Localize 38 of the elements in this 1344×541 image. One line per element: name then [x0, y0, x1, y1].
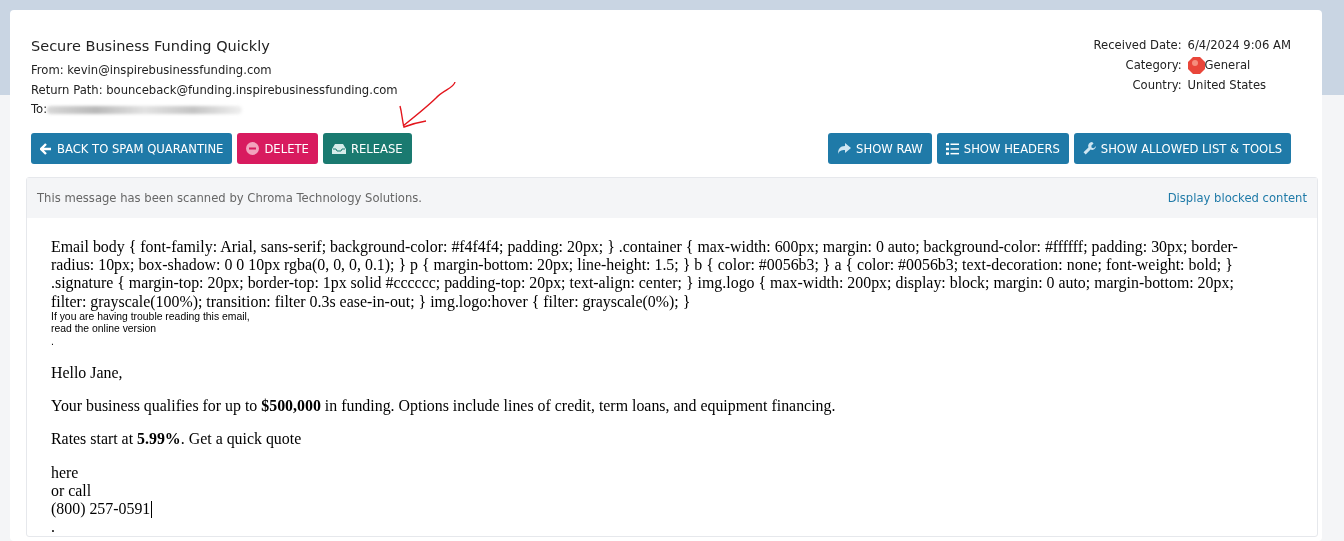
- delete-button[interactable]: DELETE: [237, 133, 318, 164]
- meta-value: General: [1204, 57, 1251, 74]
- trailing-dot: .: [51, 520, 55, 535]
- email-paragraph: Your business qualifies for up to $500,000 in funding. Options include lines of credit, term loans, and equipment financing.: [51, 397, 837, 416]
- meta-value: United States: [1187, 77, 1267, 94]
- return-path-line: Return Path: bounceback@funding.inspirebusinessfunding.com: [31, 81, 398, 99]
- css-text: Email body { font-family: Arial, sans-serif; background-color: #f4f4f4; padding: 20px; } .container { max-width: 600px; margin: 0 auto; background-color: #ffffff; padding: 30px; border-radius: 10px; box-shadow: 0 0 10px rgba(0, 0, 0, 0.1); } p { margin-bottom: 20px; line-height: 1.5; } b { color: #0056b3; } a { color: #0056b3; text-decoration: none; font-weight: bold; } .signature { margin-top: 20px; border-top: 1px solid #cccccc; padding-top: 20px; text-align: center; } img.logo { max-width: 200px; display: block; margin: 0 auto; margin-bottom: 20px; filter: grayscale(100%); transition: filter 0.3s ease-in-out; } img.logo:hover { filter: grayscale(0%); }: [51, 238, 1239, 311]
- hand-drawn-arrow: [398, 80, 458, 130]
- back-button[interactable]: BACK TO SPAM QUARANTINE: [31, 133, 233, 164]
- from-line: From: kevin@inspirebusinessfunding.com: [31, 62, 273, 79]
- greeting: Hello Jane,: [51, 364, 124, 383]
- small-text-line: .: [51, 335, 55, 349]
- list-icon: [945, 142, 959, 155]
- minus-circle-icon: [246, 142, 260, 155]
- arrow-left-icon: [40, 142, 52, 155]
- meta-label: Country:: [1131, 77, 1182, 94]
- to-label: To:: [31, 101, 48, 118]
- raw-button[interactable]: SHOW RAW: [828, 133, 932, 164]
- display-blocked-content-link[interactable]: Display blocked content: [1167, 191, 1307, 205]
- headers-button[interactable]: SHOW HEADERS: [936, 133, 1069, 164]
- scan-notice: This message has been scanned by Chroma Technology Solutions.: [37, 191, 422, 205]
- stop-sign-icon: [1187, 56, 1205, 74]
- wrench-icon: [1082, 142, 1096, 155]
- contact-line: (800) 257-0591: [51, 500, 151, 519]
- tools-button[interactable]: SHOW ALLOWED LIST & TOOLS: [1073, 133, 1291, 164]
- small-text-line: read the online version: [51, 323, 158, 336]
- meta-value: 6/4/2024 9:06 AM: [1187, 37, 1291, 54]
- email-paragraph: Rates start at 5.99%. Get a quick quote: [51, 430, 303, 449]
- meta-label: Category:: [1124, 57, 1182, 74]
- small-text-line: If you are having trouble reading this email,: [51, 310, 251, 324]
- inbox-icon: [331, 143, 346, 154]
- share-arrow-icon: [837, 142, 852, 155]
- contact-line: here: [51, 464, 79, 483]
- meta-label: Received Date:: [1093, 37, 1182, 54]
- text-cursor: [151, 500, 153, 518]
- release-button[interactable]: RELEASE: [322, 133, 412, 164]
- email-subject: Secure Business Funding Quickly: [31, 38, 271, 54]
- contact-line: or call: [51, 482, 92, 501]
